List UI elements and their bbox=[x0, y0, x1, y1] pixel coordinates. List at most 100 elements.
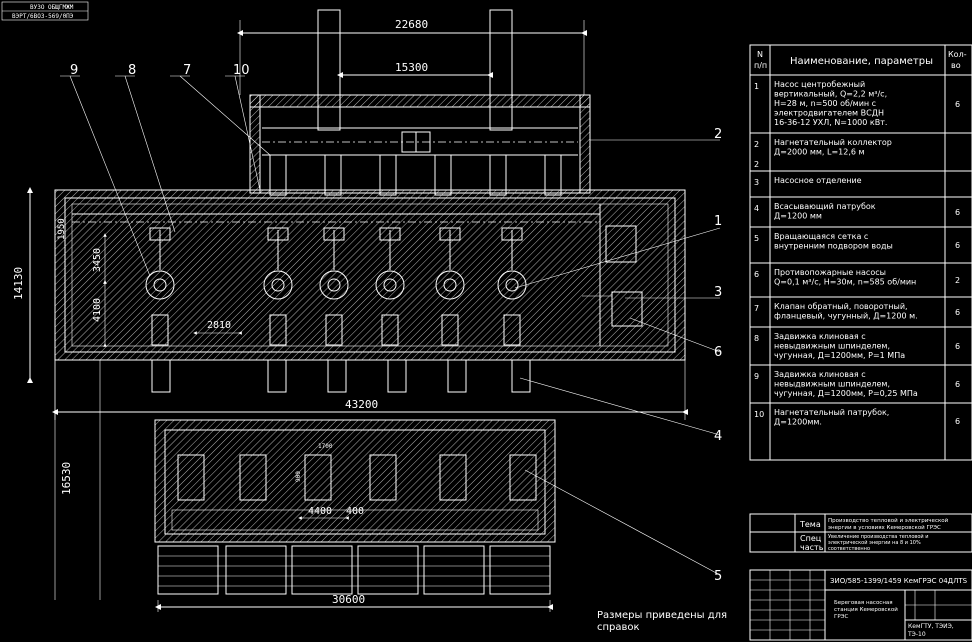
drawing-title-3: ГРЭС bbox=[834, 614, 849, 620]
note-line1: Размеры приведены для bbox=[597, 610, 727, 621]
spec-row: 10 Нагнетательный патрубок,Д=1200мм. 6 bbox=[754, 408, 960, 427]
spec-row-num: 6 bbox=[754, 270, 759, 279]
tema-label: Тема bbox=[799, 520, 821, 529]
spec-row-text: Насосное отделение bbox=[774, 176, 862, 185]
spec-row-text: Q=0,1 м³/с, H=30м, n=585 об/мин bbox=[774, 278, 916, 287]
spec-row-text: Противопожарные насосы bbox=[774, 268, 886, 277]
spec-row-qty: 2 bbox=[955, 276, 960, 285]
spec-row-text: H=28 м, n=500 об/мин с bbox=[774, 99, 876, 108]
spec-text-3: соответственно bbox=[828, 546, 870, 552]
spec-row: 1 Насос центробежныйвертикальный, Q=2,2 м… bbox=[750, 80, 972, 134]
drawing-title-1: Береговая насосная bbox=[834, 600, 893, 606]
title-block: Тема Производство тепловой и электрическ… bbox=[749, 513, 972, 641]
callout-3: 3 bbox=[714, 285, 722, 300]
spec-row-text: внутренним подвором воды bbox=[774, 242, 893, 251]
spec-row-num: 9 bbox=[754, 372, 759, 381]
spec-row-text: чугунная, Д=1200мм, P=0,25 МПа bbox=[774, 389, 918, 398]
stamp-box: ВУЗО ОБЩГМЖМ ВЭРТ/6ВОЗ-569/0ПЭ bbox=[1, 1, 89, 21]
collector-housing bbox=[249, 94, 591, 194]
spec-row-text: Задвижка клиновая с bbox=[774, 370, 866, 379]
spec-row: 9 Задвижка клиновая сневыдвижным шпинделе… bbox=[750, 370, 972, 404]
dim-4400: 4400 bbox=[308, 506, 332, 517]
org-2: ТЭ-10 bbox=[907, 631, 926, 638]
drawing-title-2: станция Кемеровской bbox=[834, 606, 898, 613]
spec-row-num-extra: 2 bbox=[754, 160, 759, 169]
dim-400: 400 bbox=[346, 506, 364, 517]
spec-row-qty: 6 bbox=[955, 100, 960, 109]
spec-row: 6 Противопожарные насосыQ=0,1 м³/с, H=30м… bbox=[750, 268, 972, 298]
stamp-line1: ВУЗО ОБЩГМЖМ bbox=[30, 4, 74, 11]
header-name: Наименование, параметры bbox=[790, 56, 933, 67]
dim-30600: 30600 bbox=[332, 593, 365, 606]
note-line2: справок bbox=[597, 622, 640, 633]
spec-row-text: Всасывающий патрубок bbox=[774, 202, 876, 211]
callout-7: 7 bbox=[183, 63, 191, 78]
spec-row-num: 7 bbox=[754, 304, 759, 313]
spec-row-qty: 6 bbox=[955, 342, 960, 351]
spec-row-num: 10 bbox=[754, 410, 764, 419]
suction-pipes bbox=[151, 359, 531, 393]
header-qty-2: во bbox=[951, 61, 961, 70]
spec-row-text: вертикальный, Q=2,2 м³/с, bbox=[774, 90, 887, 99]
spec-row-qty: 6 bbox=[955, 208, 960, 217]
spec-row-text: Вращающаяся сетка с bbox=[774, 232, 868, 241]
dim-4100: 4100 bbox=[92, 298, 103, 322]
spec-row-qty: 6 bbox=[955, 380, 960, 389]
spec-row-num: 5 bbox=[754, 234, 759, 243]
callout-6: 6 bbox=[714, 345, 722, 360]
spec-row-text: Д=1200 мм bbox=[774, 212, 822, 221]
spec-row-text: Клапан обратный, поворотный, bbox=[774, 302, 908, 311]
top-dimensions: 22680 15300 bbox=[237, 18, 587, 95]
pump-risers bbox=[269, 154, 562, 196]
spec-row-qty: 6 bbox=[955, 417, 960, 426]
spec-row-text: 16-36-12 УХЛ, N=1000 кВт. bbox=[774, 118, 887, 127]
spec-row-text: Насос центробежный bbox=[774, 80, 865, 89]
spec-row-text: Д=2000 мм, L=12,6 м bbox=[774, 148, 865, 157]
tema-text-2: энергии в условиях Кемеровской ГРЭС bbox=[828, 524, 941, 531]
spec-row-text: Задвижка клиновая с bbox=[774, 332, 866, 341]
tema-text-1: Производство тепловой и электрической bbox=[828, 517, 949, 524]
spec-row-num: 2 bbox=[754, 140, 759, 149]
dim-3450: 3450 bbox=[92, 248, 103, 272]
header-num-1: N bbox=[757, 50, 763, 59]
spec-row-num: 8 bbox=[754, 334, 759, 343]
spec-label-1: Спец bbox=[800, 534, 822, 543]
spec-row-text: электродвигателем ВСДН bbox=[774, 109, 884, 118]
callout-2: 2 bbox=[714, 127, 722, 142]
spec-row-num: 4 bbox=[754, 204, 759, 213]
screen-chamber: 4400 400 1700 900 bbox=[154, 419, 556, 543]
org-1: КемГТУ, ТЭИЭ, bbox=[908, 623, 954, 630]
spec-text-1: Увеличение производства тепловой и bbox=[828, 533, 928, 540]
spec-row-text: невыдвижным шпинделем, bbox=[774, 380, 890, 389]
spec-label-2: часть bbox=[800, 543, 824, 552]
callout-10: 10 bbox=[233, 63, 250, 78]
spec-row: 3 Насосное отделение bbox=[750, 176, 972, 198]
spec-row-num: 1 bbox=[754, 82, 759, 91]
spec-row: 5 Вращающаяся сетка свнутренним подвором … bbox=[750, 232, 972, 264]
callout-4: 4 bbox=[714, 429, 722, 444]
callout-9: 9 bbox=[70, 63, 78, 78]
dim-small-b: 900 bbox=[295, 471, 302, 482]
dim-43200: 43200 bbox=[345, 398, 378, 411]
spec-row-qty: 6 bbox=[955, 308, 960, 317]
header-qty-1: Кол- bbox=[948, 50, 967, 59]
spec-row-text: Нагнетательный патрубок, bbox=[774, 408, 889, 417]
dim-15300: 15300 bbox=[395, 61, 428, 74]
dim-22680: 22680 bbox=[395, 18, 428, 31]
callout-5: 5 bbox=[714, 569, 722, 584]
spec-row-text: чугунная, Д=1200мм, P=1 МПа bbox=[774, 351, 905, 360]
spec-row: 4 Всасывающий патрубокД=1200 мм 6 bbox=[750, 202, 972, 228]
intake-grilles bbox=[157, 545, 551, 595]
spec-row-num: 3 bbox=[754, 178, 759, 187]
spec-row: 2 2 Нагнетательный коллекторД=2000 мм, L=1… bbox=[750, 138, 972, 172]
callout-8: 8 bbox=[128, 63, 136, 78]
drawing-canvas: ВУЗО ОБЩГМЖМ ВЭРТ/6ВОЗ-569/0ПЭ 22680 153… bbox=[1, 1, 972, 641]
spec-row: 8 Задвижка клиновая сневыдвижным шпинделе… bbox=[750, 332, 972, 366]
dim-small-a: 1700 bbox=[318, 443, 333, 450]
stamp-line2: ВЭРТ/6ВОЗ-569/0ПЭ bbox=[12, 13, 74, 20]
callout-1: 1 bbox=[714, 214, 722, 229]
header-num-2: п/п bbox=[754, 61, 767, 70]
specification-table: N п/п Наименование, параметры Кол- во 1 Н… bbox=[749, 44, 972, 461]
drawing-code: ЗИО/585-1399/1459 КемГРЭС 04ДЛТS bbox=[830, 577, 968, 585]
dim-2810: 2810 bbox=[207, 320, 231, 331]
